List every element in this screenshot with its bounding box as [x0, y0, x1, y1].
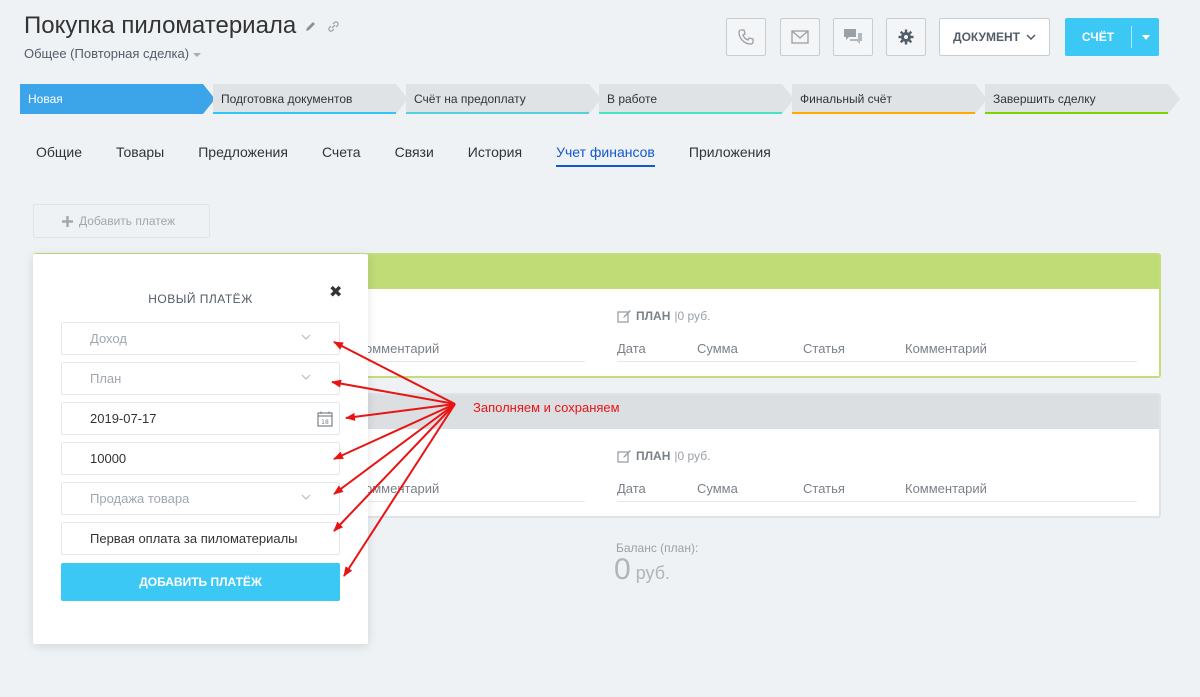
chevron-down-icon	[301, 374, 311, 380]
stage-documents[interactable]: Подготовка документов	[213, 84, 408, 114]
stage-bar: Новая Подготовка документов Счёт на пред…	[20, 84, 1180, 114]
tab-quotes[interactable]: Предложения	[198, 144, 288, 167]
payment-article-select[interactable]: Продажа товара	[61, 482, 340, 515]
add-payment-submit-button[interactable]: ДОБАВИТЬ ПЛАТЁЖ	[61, 563, 340, 601]
deal-category[interactable]: Общее (Повторная сделка)	[24, 46, 202, 61]
page-title: Покупка пиломатериала	[24, 12, 340, 40]
tab-products[interactable]: Товары	[116, 144, 164, 167]
invoice-dropdown[interactable]	[1132, 34, 1159, 40]
envelope-icon	[791, 30, 809, 44]
plan-summary: ПЛАН |0 руб.	[617, 309, 710, 323]
chat-icon	[844, 29, 862, 44]
settings-button[interactable]	[886, 18, 926, 56]
tab-history[interactable]: История	[468, 144, 522, 167]
plan-table-header: Дата Сумма Статья Комментарий	[617, 341, 1137, 362]
deal-title: Покупка пиломатериала	[24, 12, 297, 39]
caret-down-icon	[193, 52, 202, 57]
caret-down-icon	[1141, 34, 1150, 40]
stage-prepay-invoice[interactable]: Счёт на предоплату	[406, 84, 601, 114]
gear-icon	[898, 29, 914, 45]
payment-kind-select[interactable]: План	[61, 362, 340, 395]
stage-in-progress[interactable]: В работе	[599, 84, 794, 114]
edit-icon[interactable]	[617, 309, 632, 323]
email-button[interactable]	[780, 18, 820, 56]
close-icon[interactable]: ✖	[329, 282, 342, 302]
tab-bar: Общие Товары Предложения Счета Связи Ист…	[36, 144, 805, 167]
document-button[interactable]: ДОКУМЕНТ	[939, 18, 1050, 56]
phone-icon	[738, 29, 754, 45]
plan-summary: ПЛАН |0 руб.	[617, 449, 710, 463]
pencil-icon[interactable]	[304, 19, 318, 33]
stage-final-invoice[interactable]: Финальный счёт	[792, 84, 987, 114]
invoice-button[interactable]: СЧЁТ	[1065, 18, 1159, 56]
add-payment-button[interactable]: Добавить платеж	[33, 204, 210, 238]
link-icon[interactable]	[326, 19, 340, 33]
chevron-down-icon	[301, 334, 311, 340]
payment-date-field[interactable]: 2019-07-17 18	[61, 402, 340, 435]
calendar-icon[interactable]: 18	[317, 411, 333, 427]
payment-comment-field[interactable]: Первая оплата за пиломатериалы	[61, 522, 340, 555]
new-payment-dialog: НОВЫЙ ПЛАТЁЖ ✖ Доход План 2019-07-17 18 …	[33, 254, 368, 644]
plan-table-header: Дата Сумма Статья Комментарий	[617, 481, 1137, 502]
balance-value: 0 руб.	[614, 553, 671, 586]
chevron-down-icon	[1026, 34, 1036, 40]
payment-amount-field[interactable]: 10000	[61, 442, 340, 475]
payment-type-select[interactable]: Доход	[61, 322, 340, 355]
tab-links[interactable]: Связи	[395, 144, 434, 167]
dialog-title: НОВЫЙ ПЛАТЁЖ	[148, 292, 253, 306]
plus-icon	[62, 215, 73, 227]
tab-apps[interactable]: Приложения	[689, 144, 771, 167]
chat-button[interactable]	[833, 18, 873, 56]
chevron-down-icon	[301, 494, 311, 500]
annotation-text: Заполняем и сохраняем	[473, 400, 620, 415]
tab-general[interactable]: Общие	[36, 144, 82, 167]
tab-finance[interactable]: Учет финансов	[556, 144, 655, 167]
edit-icon[interactable]	[617, 449, 632, 463]
svg-text:18: 18	[321, 419, 329, 426]
stage-new[interactable]: Новая	[20, 84, 215, 114]
tab-invoices[interactable]: Счета	[322, 144, 361, 167]
stage-close-deal[interactable]: Завершить сделку	[985, 84, 1180, 114]
call-button[interactable]	[726, 18, 766, 56]
